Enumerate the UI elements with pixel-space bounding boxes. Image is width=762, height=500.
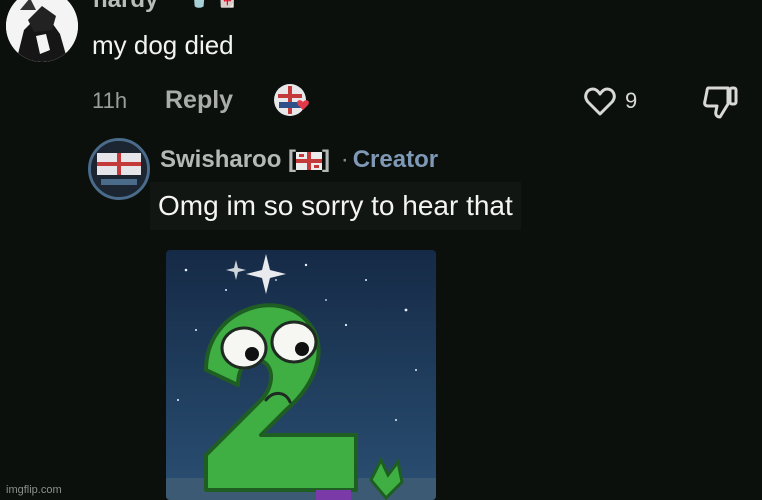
reply-header: Swisharoo [] · Creator [160,146,438,177]
user-flair: 🥤🀄 [188,0,245,9]
creator-username[interactable]: Swisharoo [160,146,281,173]
comment-username[interactable]: hardy [93,0,158,14]
creator-liked-icon [273,82,319,120]
flag-avatar-icon [91,141,147,197]
reply-text: Omg im so sorry to hear that [158,190,513,221]
thumbs-down-icon [703,86,738,119]
watermark: imgflip.com [6,484,62,496]
comment-text: my dog died [92,30,234,60]
reply-text-container: Omg im so sorry to hear that [150,182,521,230]
reply-button[interactable]: Reply [165,86,233,115]
creator-avatar[interactable] [88,138,150,200]
flag-bracket-close: ] [322,146,331,173]
separator-dot: · [340,146,349,173]
user-avatar[interactable] [6,0,78,62]
like-count: 9 [625,88,638,113]
creator-badge: Creator [352,146,439,173]
flag-bracket-open: [ [288,146,297,173]
anime-avatar-icon [6,0,78,62]
sad-green-number-two-icon[interactable] [166,250,436,500]
flag-icon [296,149,323,177]
dislike-button[interactable] [700,84,740,120]
heart-icon [584,87,616,116]
comment-timestamp: 11h [92,88,128,113]
